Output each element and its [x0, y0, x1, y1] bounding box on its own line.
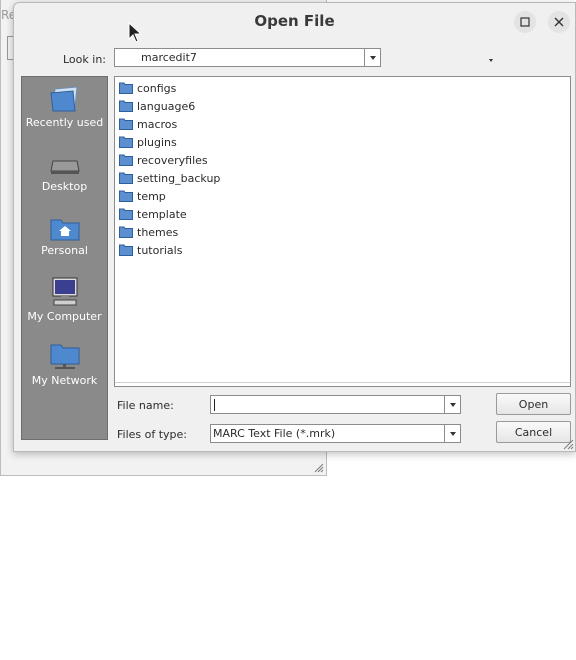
list-item[interactable]: temp	[119, 188, 166, 204]
place-recently-used[interactable]: Recently used	[22, 85, 107, 128]
recently-used-icon	[49, 86, 78, 112]
file-name: tutorials	[137, 243, 183, 257]
folder-icon	[119, 226, 133, 238]
places-sidebar: Recently used Desktop Personal My Comput…	[21, 76, 108, 440]
maximize-button[interactable]	[514, 11, 536, 33]
cancel-button[interactable]: Cancel	[496, 421, 571, 443]
folder-icon	[119, 100, 133, 112]
dialog-titlebar[interactable]: Open File	[14, 3, 575, 39]
list-item[interactable]: language6	[119, 98, 195, 114]
resize-grip-icon[interactable]	[314, 463, 324, 473]
file-type-select[interactable]: MARC Text File (*.mrk)	[210, 424, 461, 443]
file-name: configs	[137, 81, 177, 95]
text-caret	[214, 399, 215, 411]
file-type-dropdown-button[interactable]	[444, 425, 460, 442]
file-name-dropdown-button[interactable]	[444, 396, 460, 413]
place-personal[interactable]: Personal	[22, 217, 107, 256]
chevron-down-icon	[369, 55, 376, 60]
place-label: My Network	[31, 374, 98, 387]
place-desktop[interactable]: Desktop	[22, 157, 107, 192]
folder-icon	[119, 208, 133, 220]
look-in-select[interactable]: marcedit7	[114, 48, 381, 67]
open-button[interactable]: Open	[496, 393, 571, 415]
open-file-dialog: Open File Look in: marcedit7 Recently us…	[13, 2, 576, 452]
home-folder-icon	[50, 219, 79, 241]
place-label: Personal	[41, 244, 88, 257]
list-item[interactable]: setting_backup	[119, 170, 220, 186]
file-name: plugins	[137, 135, 177, 149]
chevron-down-icon	[449, 431, 456, 436]
look-in-value: marcedit7	[141, 51, 197, 64]
close-icon	[554, 17, 564, 27]
list-item[interactable]: recoveryfiles	[119, 152, 208, 168]
mouse-pointer-icon	[128, 22, 143, 43]
look-in-label: Look in:	[63, 53, 106, 66]
place-my-network[interactable]: My Network	[22, 343, 107, 386]
network-icon	[50, 344, 79, 369]
place-label: Recently used	[25, 116, 104, 129]
maximize-icon	[520, 17, 530, 27]
close-button[interactable]	[548, 11, 570, 33]
list-item[interactable]: configs	[119, 80, 176, 96]
list-item[interactable]: template	[119, 206, 187, 222]
file-name: temp	[137, 189, 166, 203]
dialog-title: Open File	[254, 12, 335, 30]
folder-icon	[119, 244, 133, 256]
small-dropdown-arrow-icon[interactable]	[489, 59, 493, 62]
list-item[interactable]: macros	[119, 116, 177, 132]
file-list[interactable]: configs language6 macros plugins recover…	[114, 76, 571, 387]
list-item[interactable]: tutorials	[119, 242, 182, 258]
file-name-label: File name:	[117, 399, 174, 412]
file-name: language6	[137, 99, 196, 113]
place-label: Desktop	[41, 180, 88, 193]
file-name: template	[137, 207, 187, 221]
chevron-down-icon	[449, 402, 456, 407]
look-in-dropdown-button[interactable]	[364, 49, 380, 66]
file-name: setting_backup	[137, 171, 221, 185]
file-type-label: Files of type:	[117, 428, 188, 441]
folder-icon	[119, 82, 133, 94]
list-item[interactable]: themes	[119, 224, 178, 240]
folder-icon	[119, 154, 133, 166]
list-item[interactable]: plugins	[119, 134, 177, 150]
file-name: recoveryfiles	[137, 153, 208, 167]
folder-icon	[119, 136, 133, 148]
list-bottom-edge	[115, 382, 570, 386]
resize-grip-icon[interactable]	[563, 439, 574, 450]
file-type-value: MARC Text File (*.mrk)	[213, 427, 336, 440]
computer-icon	[52, 277, 77, 306]
file-name: macros	[137, 117, 178, 131]
folder-icon	[119, 118, 133, 130]
file-name: themes	[137, 225, 179, 239]
place-my-computer[interactable]: My Computer	[22, 277, 107, 322]
place-label: My Computer	[27, 310, 102, 323]
file-name-input[interactable]	[210, 395, 461, 414]
folder-icon	[119, 190, 133, 202]
folder-icon	[119, 172, 133, 184]
desktop-icon	[49, 160, 80, 174]
